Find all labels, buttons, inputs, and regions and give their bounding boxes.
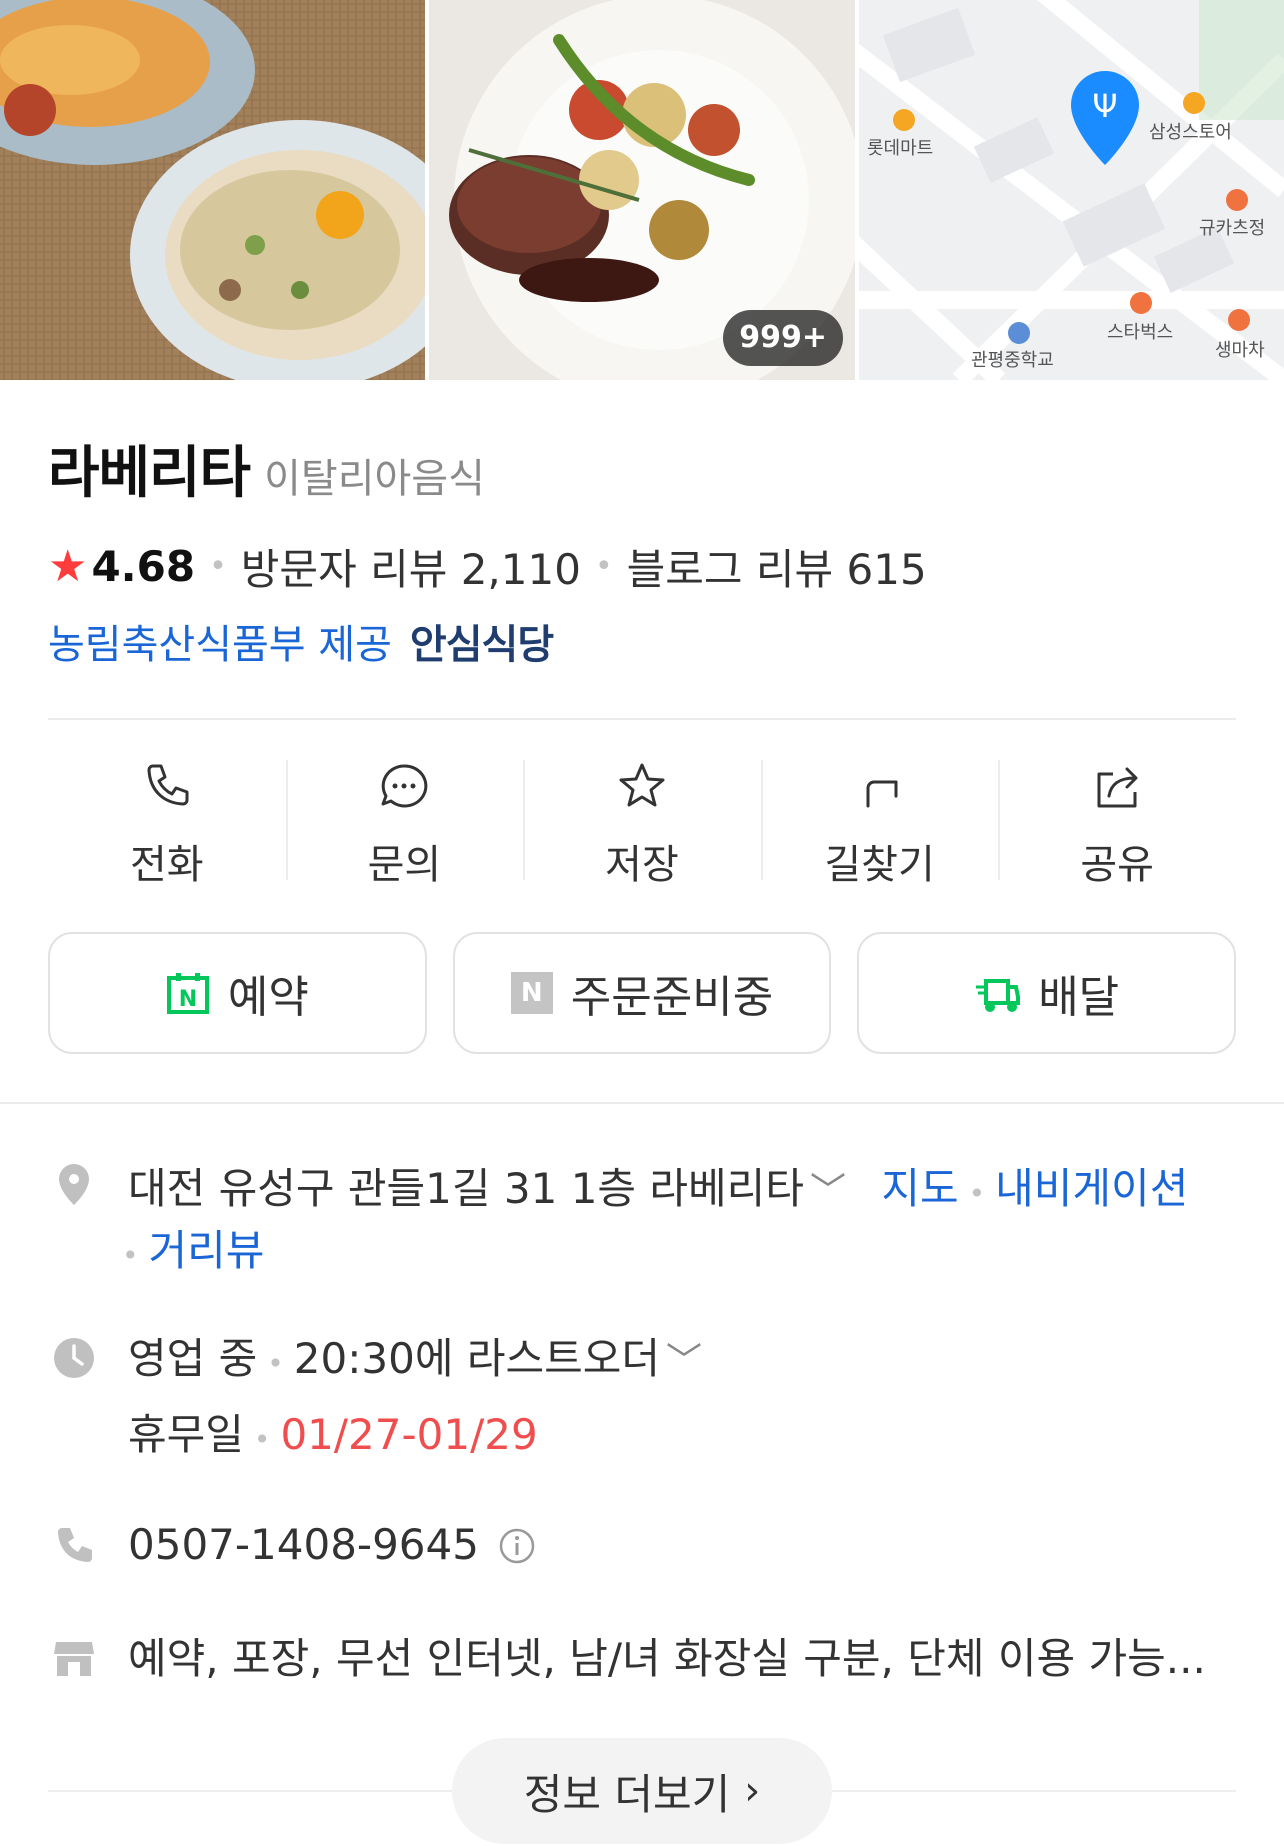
phone-icon (58, 1528, 92, 1562)
map-poi-dot-1 (893, 109, 915, 131)
map-link[interactable]: 지도 (881, 1164, 958, 1213)
svg-text:N: N (179, 987, 197, 1012)
address-line: 대전 유성구 관들1길 31 1층 라베리타 ﹀ 지도 • 내비게이션 (128, 1158, 1188, 1225)
navigation-link[interactable]: 내비게이션 (995, 1164, 1188, 1213)
chat-icon (381, 764, 428, 808)
order-button[interactable]: N 주문준비중 (452, 932, 832, 1054)
map-label-lotte: 롯데마트 (867, 138, 934, 159)
last-order-text: 20:30에 라스트오더 (293, 1334, 661, 1383)
holiday-label: 휴무일 (128, 1410, 244, 1459)
clock-icon (54, 1338, 94, 1378)
pasta-photo-art (0, 0, 425, 380)
star-icon: ★ (48, 541, 88, 592)
save-label: 저장 (605, 842, 679, 888)
separator-dot: • (209, 549, 227, 584)
rating-row: ★ 4.68 • 방문자 리뷰 2,110 • 블로그 리뷰 615 (48, 536, 927, 597)
address-row: 대전 유성구 관들1길 31 1층 라베리타 ﹀ 지도 • 내비게이션 • 거리뷰 (48, 1158, 1248, 1288)
hours-line[interactable]: 영업 중 • 20:30에 라스트오더 ﹀ (128, 1328, 702, 1395)
order-label: 주문준비중 (570, 972, 774, 1023)
separator-dot: • (253, 1423, 271, 1456)
map-label-saengmacha: 생마차 (1215, 340, 1265, 361)
delivery-label: 배달 (1038, 972, 1120, 1023)
facilities-row: 예약, 포장, 무선 인터넷, 남/녀 화장실 구분, 단체 이용 가능... (48, 1628, 1248, 1690)
action-bar: 전화 문의 저장 길찾기 공유 (48, 740, 1236, 900)
call-action[interactable]: 전화 (48, 740, 286, 900)
divider (48, 718, 1236, 720)
inquiry-label: 문의 (367, 842, 442, 888)
reserve-label: 예약 (227, 972, 309, 1023)
facilities-text: 예약, 포장, 무선 인터넷, 남/녀 화장실 구분, 단체 이용 가능... (128, 1634, 1206, 1683)
phone-line: 0507-1408-9645 (128, 1514, 536, 1576)
button-row: N 예약 N 주문준비중 배달 (48, 932, 1237, 1054)
info-icon[interactable] (498, 1527, 536, 1565)
photo-steak[interactable]: 999+ (429, 0, 855, 380)
status-text: 영업 중 (128, 1334, 258, 1383)
naver-order-icon: N (510, 972, 553, 1014)
mini-map[interactable]: Ψ 롯데마트 삼성스토어 규카츠정 스타벅스 관평중학교 생마차 (859, 0, 1284, 380)
place-name: 라베리타 (48, 441, 251, 506)
save-action[interactable]: 저장 (523, 740, 761, 900)
reserve-button[interactable]: N 예약 (48, 932, 427, 1054)
map-art: Ψ (859, 0, 1284, 380)
phone-icon (147, 764, 189, 806)
inquiry-action[interactable]: 문의 (285, 740, 524, 900)
directions-action[interactable]: 길찾기 (760, 740, 999, 900)
place-category: 이탈리아음식 (264, 456, 485, 502)
delivery-truck-icon (976, 979, 1021, 1012)
hours-row: 영업 중 • 20:30에 라스트오더 ﹀ 휴무일 • 01/27-01/29 (48, 1328, 1248, 1468)
map-label-starbucks: 스타벅스 (1107, 322, 1174, 343)
holiday-dates: 01/27-01/29 (280, 1410, 538, 1459)
address-line-2: • 거리뷰 (122, 1220, 264, 1287)
share-icon (1097, 767, 1138, 808)
address-text[interactable]: 대전 유성구 관들1길 31 1층 라베리타 (128, 1164, 804, 1213)
map-label-school: 관평중학교 (971, 350, 1054, 371)
share-label: 공유 (1080, 842, 1154, 888)
map-label-gyukatsu: 규카츠정 (1199, 218, 1266, 239)
separator-dot: • (594, 549, 613, 584)
rating-value: 4.68 (91, 542, 196, 591)
more-info-label: 정보 더보기 (523, 1769, 731, 1819)
star-outline-icon (619, 763, 665, 807)
visitor-review-link[interactable]: 방문자 리뷰 2,110 (241, 536, 581, 597)
phone-number[interactable]: 0507-1408-9645 (128, 1520, 479, 1569)
share-action[interactable]: 공유 (998, 740, 1236, 900)
directions-icon (866, 780, 898, 808)
street-view-link[interactable]: 거리뷰 (149, 1226, 265, 1275)
naver-reservation-icon: N (166, 973, 209, 1014)
holiday-line: 휴무일 • 01/27-01/29 (128, 1404, 538, 1471)
separator-dot: • (968, 1177, 986, 1210)
call-label: 전화 (129, 842, 204, 888)
map-label-samsung: 삼성스토어 (1149, 122, 1232, 143)
directions-label: 길찾기 (824, 842, 935, 888)
provider-text[interactable]: 농림축산식품부 제공 (48, 612, 392, 670)
more-info-button[interactable]: 정보 더보기 › (452, 1738, 832, 1844)
phone-row: 0507-1408-9645 (48, 1514, 1248, 1576)
blog-review-link[interactable]: 블로그 리뷰 615 (627, 536, 927, 597)
photo-pasta[interactable] (0, 0, 425, 380)
location-pin-icon (59, 1164, 89, 1205)
chevron-down-icon[interactable]: ﹀ (666, 1341, 702, 1382)
store-icon (54, 1642, 94, 1676)
chevron-right-icon: › (744, 1768, 761, 1814)
section-divider (0, 1102, 1284, 1104)
photo-strip: 999+ Ψ 롯데마트 삼성스토어 규카츠정 스타벅스 관평중학교 생마차 (0, 0, 1284, 380)
svg-text:Ψ: Ψ (1092, 87, 1117, 125)
safe-restaurant-badge: 안심식당 (409, 622, 554, 668)
separator-dot: • (267, 1347, 284, 1380)
delivery-button[interactable]: 배달 (857, 932, 1237, 1054)
photo-count-badge: 999+ (723, 310, 843, 366)
provider-row: 농림축산식품부 제공 안심식당 (48, 612, 554, 670)
chevron-down-icon[interactable]: ﹀ (810, 1171, 846, 1212)
place-title-row: 라베리타 이탈리아음식 (48, 428, 485, 509)
separator-dot: • (122, 1239, 139, 1272)
